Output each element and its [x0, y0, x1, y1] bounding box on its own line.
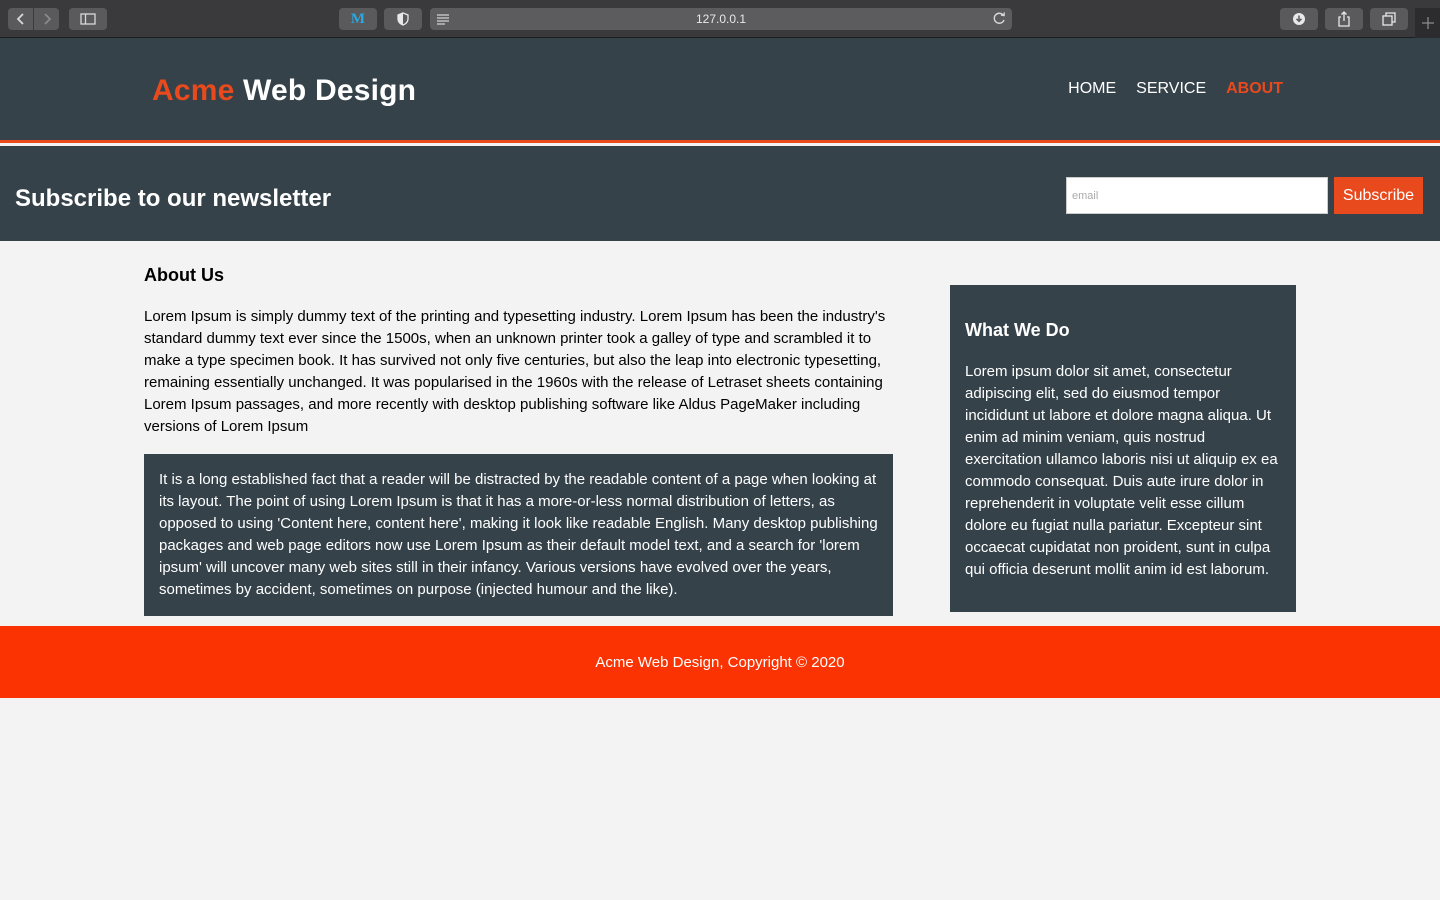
share-button[interactable]	[1325, 8, 1363, 30]
dark-info-box: It is a long established fact that a rea…	[144, 454, 893, 616]
forward-button[interactable]	[34, 8, 59, 30]
footer-text: Acme Web Design, Copyright © 2020	[595, 654, 845, 671]
browser-toolbar: M 127.0.0.1	[0, 0, 1440, 38]
shield-icon	[397, 12, 409, 26]
sidebar-icon	[80, 13, 96, 25]
logo-text: Web Design	[234, 74, 417, 107]
chevron-right-icon	[43, 13, 51, 25]
site-logo[interactable]: Acme Web Design	[152, 74, 416, 108]
reload-icon[interactable]	[993, 11, 1006, 30]
download-icon	[1293, 13, 1305, 25]
new-tab-button[interactable]	[1415, 8, 1440, 38]
address-bar[interactable]: 127.0.0.1	[430, 8, 1012, 30]
nav-about[interactable]: ABOUT	[1226, 80, 1283, 98]
sidebar-text: Lorem ipsum dolor sit amet, consectetur …	[965, 363, 1278, 578]
sidebar-toggle-button[interactable]	[69, 8, 107, 30]
site-footer: Acme Web Design, Copyright © 2020	[0, 626, 1440, 698]
nav-service[interactable]: SERVICE	[1136, 80, 1206, 98]
extension-m-button[interactable]: M	[339, 8, 377, 30]
newsletter-title: Subscribe to our newsletter	[15, 185, 332, 212]
chevron-left-icon	[16, 13, 24, 25]
logo-highlight: Acme	[152, 74, 235, 107]
about-section: About Us Lorem Ipsum is simply dummy tex…	[144, 265, 893, 438]
share-icon	[1338, 11, 1350, 27]
page-title: About Us	[144, 265, 224, 285]
dark-box-text: It is a long established fact that a rea…	[159, 471, 878, 598]
site-header: Acme Web Design HOME SERVICE ABOUT	[0, 38, 1440, 143]
about-intro-text: Lorem Ipsum is simply dummy text of the …	[144, 308, 886, 435]
downloads-button[interactable]	[1280, 8, 1318, 30]
plus-icon	[1421, 17, 1434, 29]
email-field[interactable]	[1066, 177, 1328, 214]
tab-overview-button[interactable]	[1370, 8, 1408, 30]
tabs-icon	[1382, 12, 1396, 26]
subscribe-button[interactable]: Subscribe	[1334, 177, 1423, 214]
extension-shield-button[interactable]	[384, 8, 422, 30]
extension-m-icon: M	[350, 10, 366, 27]
address-url: 127.0.0.1	[695, 12, 747, 26]
newsletter-section: Subscribe to our newsletter Subscribe	[0, 146, 1440, 241]
nav-home[interactable]: HOME	[1068, 80, 1116, 98]
main-nav: HOME SERVICE ABOUT	[1068, 80, 1283, 98]
back-button[interactable]	[8, 8, 33, 30]
what-we-do-sidebar: What We Do Lorem ipsum dolor sit amet, c…	[950, 285, 1296, 612]
sidebar-title: What We Do	[965, 320, 1070, 340]
